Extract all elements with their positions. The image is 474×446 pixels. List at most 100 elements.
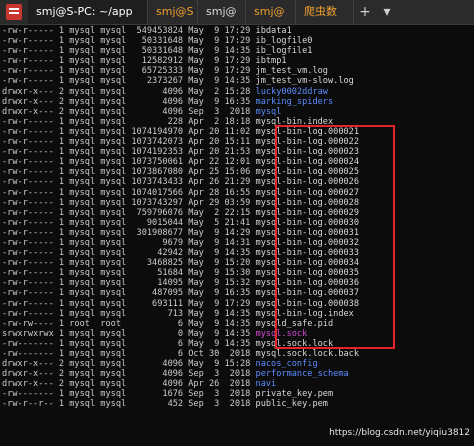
listing-row: -rw-r----- 1 mysql mysql 301908677 May 9…	[0, 228, 474, 238]
listing-row: -rw-r----- 1 mysql mysql 51684 May 9 15:…	[0, 268, 474, 278]
listing-row-meta: drwxr-x--- 2 mysql mysql 4096 May 9 16:3…	[2, 96, 256, 107]
listing-row-meta: -rw-r----- 1 mysql mysql 1074194970 Apr …	[2, 126, 256, 137]
listing-row-meta: -rw-r----- 1 mysql mysql 42942 May 9 14:…	[2, 248, 256, 259]
watermark: https://blog.csdn.net/yiqiu3812	[329, 428, 470, 438]
listing-row-filename: mysql-bin-log.000026	[255, 177, 360, 188]
listing-row-filename: mysql.sock	[255, 328, 308, 339]
listing-row-filename: mysql-bin-log.000023	[255, 147, 360, 158]
listing-row-filename: mysql-bin-log.000022	[255, 137, 360, 148]
listing-row-meta: -rw-r----- 1 mysql mysql 1074017566 Apr …	[2, 187, 256, 198]
tab-menu-chevron-icon[interactable]: ▾	[376, 0, 398, 24]
listing-row: -rw-r----- 1 mysql mysql 42942 May 9 14:…	[0, 248, 474, 258]
listing-row-meta: -rw------- 1 mysql mysql 6 Oct 30 2018	[2, 349, 256, 359]
listing-row-filename: ibtmp1	[255, 56, 287, 67]
listing-row: -rw-r----- 1 mysql mysql 9679 May 9 14:3…	[0, 238, 474, 248]
listing-row: -rw-r----- 1 mysql mysql 487095 May 9 16…	[0, 288, 474, 298]
listing-row-meta: -rw-r----- 1 mysql mysql 759796076 May 2…	[2, 207, 256, 218]
listing-row-filename: mysql-bin-log.index	[255, 308, 354, 319]
tab-smj-2[interactable]: smj@S	[148, 0, 198, 24]
listing-row-filename: mysql-bin-log.000034	[255, 258, 360, 269]
listing-row-meta: -rw-r----- 1 mysql mysql 9015044 May 5 2…	[2, 217, 256, 228]
listing-row-meta: srwxrwxrwx 1 mysql mysql 0 May 9 14:35	[2, 328, 256, 339]
listing-row: -rw-r----- 1 mysql mysql 65725333 May 9 …	[0, 66, 474, 76]
terminal-tab-bar: smj@S-PC: ~/app smj@S smj@ smj@ 爬虫数 + ▾	[0, 0, 474, 25]
listing-row: drwxr-x--- 2 mysql mysql 4096 May 9 15:2…	[0, 359, 474, 369]
listing-row: -rw-r----- 1 mysql mysql 1073742073 Apr …	[0, 137, 474, 147]
listing-row-filename: mysql-bin-log.000033	[255, 248, 360, 259]
listing-row-filename: mysql-bin-log.000028	[255, 197, 360, 208]
listing-row-meta: -rw-r----- 1 mysql mysql 1073743297 Apr …	[2, 197, 256, 208]
listing-row-filename: public_key.pem	[255, 399, 328, 410]
listing-row-meta: -rw-rw---- 1 root root 6 May 9 14:35	[2, 318, 256, 329]
listing-row-filename: mysql-bin-log.000031	[255, 227, 360, 238]
listing-row-meta: -rw-r----- 1 mysql mysql 1073750061 Apr …	[2, 157, 256, 168]
listing-row: -rw-r----- 1 mysql mysql 1073867080 Apr …	[0, 167, 474, 177]
listing-row-meta: -rw-r----- 1 mysql mysql 1073742073 Apr …	[2, 137, 256, 148]
add-tab-button[interactable]: +	[354, 0, 376, 24]
listing-row-meta: -rw-r----- 1 mysql mysql 2373267 May 9 1…	[2, 76, 256, 87]
listing-row-meta: drwxr-x--- 2 mysql mysql 4096 May 9 15:2…	[2, 359, 256, 370]
listing-row: -rw-r--r-- 1 mysql mysql 452 Sep 3 2018 …	[0, 399, 474, 409]
listing-row-filename: mysql-bin-log.000027	[255, 187, 360, 198]
listing-row-filename: mysql-bin.index	[255, 116, 334, 127]
listing-row-filename: mysql-bin-log.000035	[255, 268, 360, 279]
listing-row-filename: mysql-bin-log.000032	[255, 237, 360, 248]
listing-row-filename: mysql-bin-log.000030	[255, 217, 360, 228]
listing-row-filename: mysql-bin-log.000021	[255, 126, 360, 137]
listing-row-meta: -rw-r--r-- 1 mysql mysql 452 Sep 3 2018	[2, 399, 256, 410]
listing-row: -rw-r----- 1 mysql mysql 549453824 May 9…	[0, 26, 474, 36]
listing-row: -rw-r----- 1 mysql mysql 1074194970 Apr …	[0, 127, 474, 137]
listing-row: srwxrwxrwx 1 mysql mysql 0 May 9 14:35 m…	[0, 329, 474, 339]
listing-row: -rw-r----- 1 mysql mysql 1074192353 Apr …	[0, 147, 474, 157]
listing-row-meta: -rw-r----- 1 mysql mysql 549453824 May 9…	[2, 26, 256, 36]
listing-row-filename: mysql-bin-log.000038	[255, 298, 360, 309]
listing-row-filename: nacos_config	[255, 359, 318, 370]
listing-row-meta: -rw-r----- 1 mysql mysql 50331648 May 9 …	[2, 36, 256, 47]
listing-row: drwxr-x--- 2 mysql mysql 4096 Sep 3 2018…	[0, 107, 474, 117]
listing-row-filename: mysql.sock.lock.back	[255, 349, 360, 359]
listing-row-filename: mysql.sock.lock	[255, 338, 334, 349]
tab-smj-3[interactable]: smj@	[198, 0, 246, 24]
listing-row-meta: drwxr-x--- 2 mysql mysql 4096 May 2 15:2…	[2, 86, 256, 97]
terminal-output[interactable]: -rw-r----- 1 mysql mysql 549453824 May 9…	[0, 26, 474, 446]
listing-row: -rw-r----- 1 mysql mysql 12582912 May 9 …	[0, 56, 474, 66]
listing-row-meta: -rw-r----- 1 mysql mysql 1074192353 Apr …	[2, 147, 256, 158]
listing-row: -rw-r----- 1 mysql mysql 1074017566 Apr …	[0, 188, 474, 198]
listing-row: -rw-r----- 1 mysql mysql 693111 May 9 17…	[0, 299, 474, 309]
tab-smj-4[interactable]: smj@	[246, 0, 296, 24]
terminal-app-icon[interactable]	[6, 4, 22, 20]
listing-row-filename: mysql-bin-log.000037	[255, 288, 360, 299]
listing-row: -rw-r----- 1 mysql mysql 759796076 May 2…	[0, 208, 474, 218]
listing-row-meta: -rw-r----- 1 mysql mysql 228 Apr 2 18:18	[2, 116, 256, 127]
listing-row-meta: -rw------- 1 mysql mysql 6 May 9 14:35	[2, 338, 256, 349]
listing-row-filename: jm_test_vm-slow.log	[255, 76, 354, 87]
listing-row-filename: mysql-bin-log.000025	[255, 167, 360, 178]
listing-row-meta: drwxr-x--- 2 mysql mysql 4096 Apr 26 201…	[2, 379, 256, 390]
listing-row-meta: -rw-r----- 1 mysql mysql 50331648 May 9 …	[2, 46, 256, 57]
listing-row: -rw-r----- 1 mysql mysql 228 Apr 2 18:18…	[0, 117, 474, 127]
listing-row: -rw-r----- 1 mysql mysql 14095 May 9 15:…	[0, 278, 474, 288]
listing-row-meta: -rw-r----- 1 mysql mysql 693111 May 9 17…	[2, 298, 256, 309]
listing-row-meta: drwxr-x--- 2 mysql mysql 4096 Sep 3 2018	[2, 106, 256, 117]
listing-row-meta: -rw-r----- 1 mysql mysql 301908677 May 9…	[2, 227, 256, 238]
listing-row-filename: performance_schema	[255, 369, 349, 380]
listing-row-filename: mysql-bin-log.000024	[255, 157, 360, 168]
listing-row-meta: -rw-r----- 1 mysql mysql 713 May 9 14:35	[2, 308, 256, 319]
listing-row: -rw------- 1 mysql mysql 1676 Sep 3 2018…	[0, 389, 474, 399]
listing-row: -rw------- 1 mysql mysql 6 May 9 14:35 m…	[0, 339, 474, 349]
tab-crawler[interactable]: 爬虫数	[296, 0, 354, 24]
listing-row: -rw-r----- 1 mysql mysql 713 May 9 14:35…	[0, 309, 474, 319]
listing-row-filename: lucky0002ddraw	[255, 86, 328, 97]
listing-row-meta: -rw-r----- 1 mysql mysql 3468825 May 9 1…	[2, 258, 256, 269]
listing-row: drwxr-x--- 2 mysql mysql 4096 Apr 26 201…	[0, 379, 474, 389]
tab-smj-app[interactable]: smj@S-PC: ~/app	[28, 0, 148, 24]
listing-row: drwxr-x--- 2 mysql mysql 4096 May 9 16:3…	[0, 97, 474, 107]
listing-row: drwxr-x--- 2 mysql mysql 4096 May 2 15:2…	[0, 87, 474, 97]
listing-row-meta: -rw------- 1 mysql mysql 1676 Sep 3 2018	[2, 389, 256, 400]
listing-row-filename: private_key.pem	[255, 389, 334, 400]
listing-row-meta: -rw-r----- 1 mysql mysql 1073743433 Apr …	[2, 177, 256, 188]
listing-row: -rw-r----- 1 mysql mysql 3468825 May 9 1…	[0, 258, 474, 268]
listing-row: -rw-r----- 1 mysql mysql 1073743297 Apr …	[0, 198, 474, 208]
listing-row-filename: mysqld_safe.pid	[255, 318, 334, 329]
listing-row-filename: jm_test_vm.log	[255, 66, 328, 77]
